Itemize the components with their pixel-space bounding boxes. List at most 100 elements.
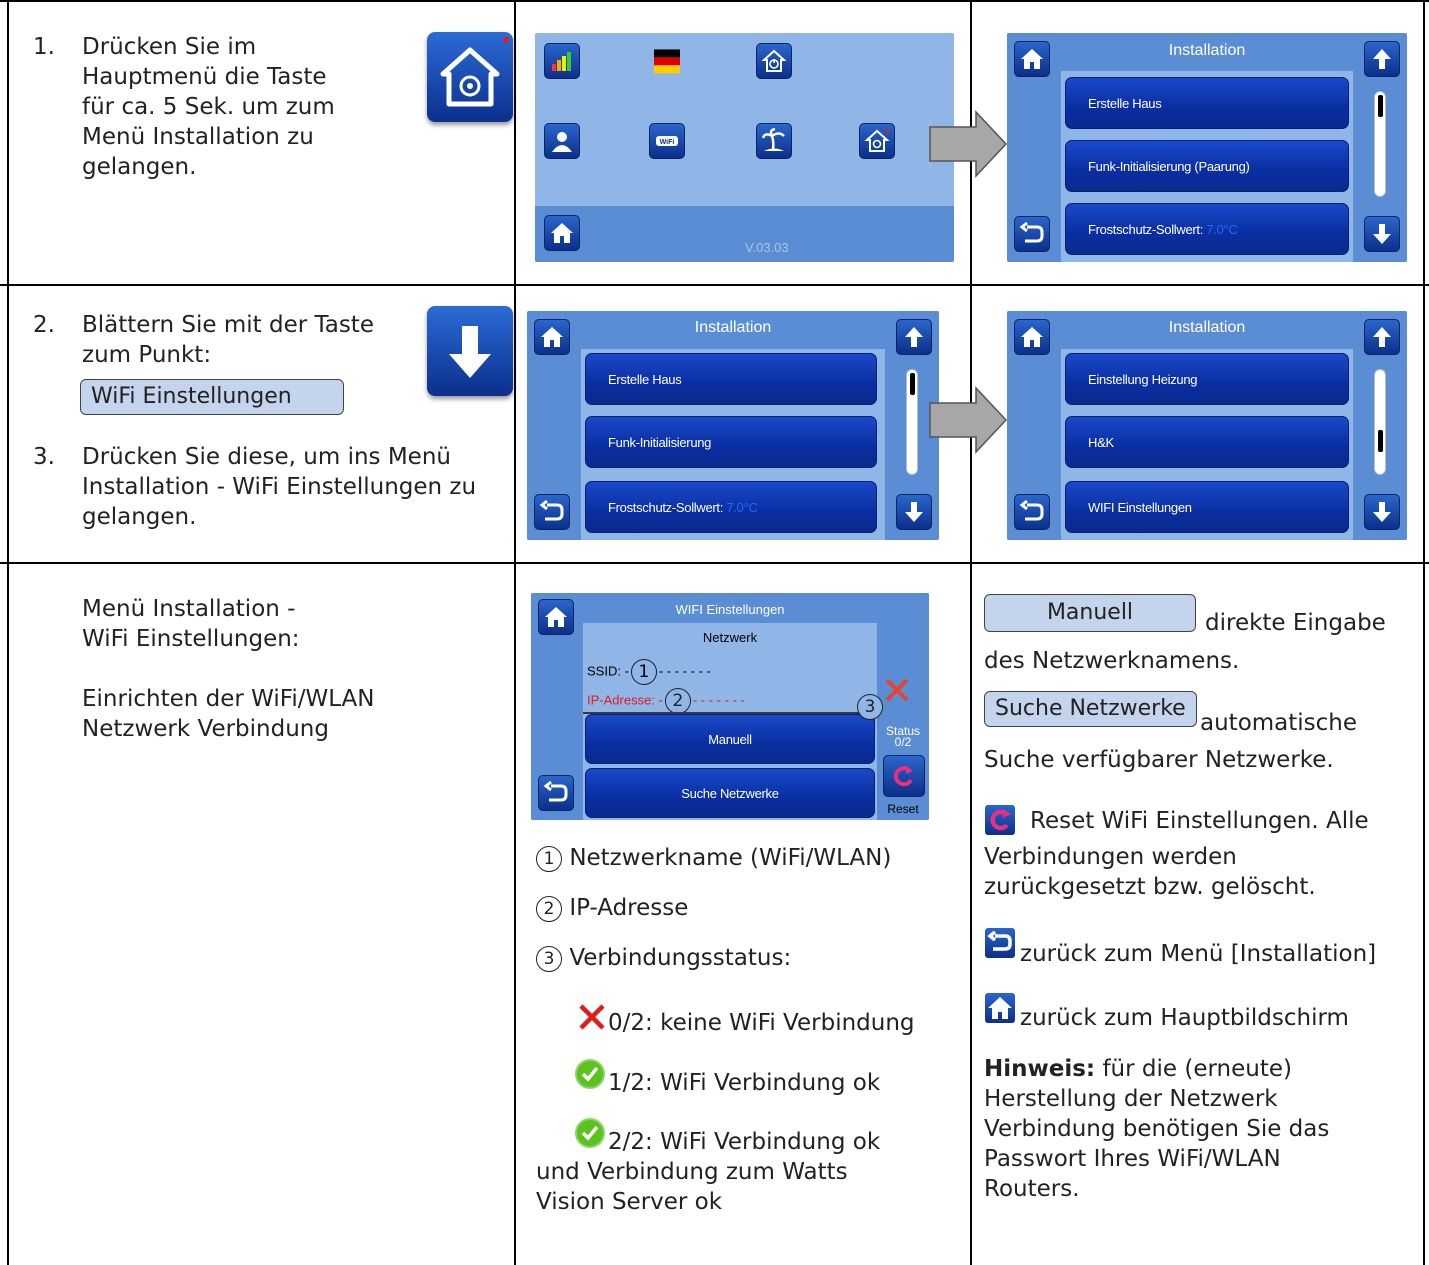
step-line: gelangen. bbox=[82, 504, 197, 530]
marker-3: 3 bbox=[536, 945, 562, 972]
down-arrow-button-icon bbox=[427, 306, 513, 396]
scroll-up-arrow-icon[interactable] bbox=[1364, 319, 1400, 355]
scrollbar[interactable] bbox=[1374, 369, 1386, 475]
marker-1: 1 bbox=[536, 845, 562, 872]
step-number: 3. bbox=[33, 444, 55, 470]
menu-item-funk-init[interactable]: Funk-Initialisierung (Paarung) bbox=[1065, 140, 1349, 192]
reset-icon bbox=[985, 805, 1015, 835]
home-icon[interactable] bbox=[1014, 319, 1050, 355]
installation-screen: Installation Einstellung Heizung H&K WIF… bbox=[1007, 311, 1407, 540]
vacation-palm-icon[interactable] bbox=[756, 123, 792, 159]
reset-label: Reset bbox=[887, 802, 919, 816]
scroll-down-arrow-icon[interactable] bbox=[1364, 494, 1400, 530]
home-icon[interactable] bbox=[1014, 41, 1050, 77]
reset-desc: Reset WiFi Einstellungen. Alle bbox=[1030, 808, 1369, 834]
back-icon[interactable] bbox=[534, 494, 570, 530]
menu-item-frostschutz[interactable]: Frostschutz-Sollwert: 7.0°C bbox=[585, 481, 877, 533]
language-flag-icon[interactable] bbox=[649, 43, 685, 79]
step-text: Drücken Sie im Hauptmenü die Taste für c… bbox=[82, 32, 422, 182]
menu-item-label: Frostschutz-Sollwert: bbox=[608, 499, 724, 515]
main-screen: WiFi V.03.03 bbox=[535, 33, 954, 262]
installation-icon[interactable] bbox=[859, 123, 895, 159]
search-networks-button[interactable]: Suche Netzwerke bbox=[585, 768, 875, 818]
pill-label: WiFi Einstellungen bbox=[80, 379, 344, 415]
home-icon[interactable] bbox=[534, 319, 570, 355]
divider bbox=[514, 0, 516, 1265]
divider bbox=[0, 562, 1429, 564]
text-line: Verbindung benötigen Sie das bbox=[984, 1116, 1330, 1142]
status-label: Status 0/2 bbox=[877, 725, 929, 749]
menu-item-einstellung-heizung[interactable]: Einstellung Heizung bbox=[1065, 353, 1349, 405]
stats-icon[interactable] bbox=[544, 43, 580, 79]
scrollbar[interactable] bbox=[1374, 91, 1386, 197]
legend-ssid: 1 Netzwerkname (WiFi/WLAN) bbox=[536, 843, 891, 873]
manual-button[interactable]: Manuell bbox=[585, 714, 875, 764]
menu-item-erstelle-haus[interactable]: Erstelle Haus bbox=[585, 353, 877, 405]
divider bbox=[1423, 0, 1425, 1265]
step-line: Drücken Sie diese, um ins Menü bbox=[82, 444, 451, 470]
scroll-thumb[interactable] bbox=[910, 373, 915, 395]
search-desc: automatische bbox=[1200, 710, 1358, 736]
back-icon[interactable] bbox=[538, 775, 574, 811]
section-description: Einrichten der WiFi/WLAN Netzwerk Verbin… bbox=[82, 684, 375, 744]
divider bbox=[0, 284, 1429, 286]
wifi-icon[interactable]: WiFi bbox=[649, 123, 685, 159]
step-line: Drücken Sie im bbox=[82, 34, 257, 60]
home-icon[interactable] bbox=[538, 599, 574, 635]
text-line: 2/2: WiFi Verbindung ok bbox=[608, 1129, 881, 1155]
scroll-up-arrow-icon[interactable] bbox=[896, 319, 932, 355]
menu-item-wifi-einstellungen[interactable]: WIFI Einstellungen bbox=[1065, 481, 1349, 533]
installation-house-icon bbox=[427, 32, 513, 122]
hint-paragraph: Hinweis: für die (erneute) Herstellung d… bbox=[984, 1054, 1329, 1204]
text-line: Menü Installation - bbox=[82, 596, 296, 622]
text-line: Routers. bbox=[984, 1176, 1080, 1202]
legend-text: Netzwerkname (WiFi/WLAN) bbox=[569, 845, 892, 871]
marker-2: 2 bbox=[664, 688, 691, 714]
search-pill: Suche Netzwerke bbox=[984, 691, 1197, 727]
marker-3: 3 bbox=[857, 694, 883, 720]
status-0: 0/2: keine WiFi Verbindung bbox=[608, 1010, 915, 1036]
installation-screen: Installation Erstelle Haus Funk-Initiali… bbox=[527, 311, 939, 540]
step-line: Blättern Sie mit der Taste bbox=[82, 312, 374, 338]
scroll-thumb[interactable] bbox=[1378, 430, 1383, 452]
hint-text: für die (erneute) bbox=[1095, 1056, 1292, 1082]
legend-ip: 2 IP-Adresse bbox=[536, 893, 688, 923]
menu-item-funk-init[interactable]: Funk-Initialisierung bbox=[585, 416, 877, 468]
scroll-up-arrow-icon[interactable] bbox=[1364, 41, 1400, 77]
search-desc-2: Suche verfügbarer Netzwerke. bbox=[984, 747, 1334, 773]
menu-item-hk[interactable]: H&K bbox=[1065, 416, 1349, 468]
menu-item-frostschutz[interactable]: Frostschutz-Sollwert: 7.0°C bbox=[1065, 203, 1349, 255]
back-desc: zurück zum Menü [Installation] bbox=[1020, 941, 1377, 967]
scroll-down-arrow-icon[interactable] bbox=[1364, 216, 1400, 252]
back-icon[interactable] bbox=[1014, 494, 1050, 530]
reset-desc-2: Verbindungen werden zurückgesetzt bzw. g… bbox=[984, 842, 1316, 902]
manual-desc-2: des Netzwerknamens. bbox=[984, 648, 1240, 674]
wifi-settings-screen: WIFI Einstellungen Netzwerk SSID: -1- - … bbox=[531, 593, 929, 820]
status-x-icon bbox=[885, 678, 909, 702]
text-line: Verbindungen werden bbox=[984, 844, 1237, 870]
menu-item-erstelle-haus[interactable]: Erstelle Haus bbox=[1065, 77, 1349, 129]
home-icon[interactable] bbox=[544, 215, 580, 251]
screen-title: Installation bbox=[1168, 319, 1246, 336]
power-house-icon[interactable] bbox=[756, 43, 792, 79]
green-check-icon bbox=[575, 1059, 605, 1089]
section-heading: Menü Installation - WiFi Einstellungen: bbox=[82, 594, 300, 654]
legend-text: IP-Adresse bbox=[569, 895, 689, 921]
red-x-icon bbox=[579, 1004, 605, 1030]
text-line: und Verbindung zum Watts bbox=[536, 1159, 848, 1185]
back-icon[interactable] bbox=[1014, 216, 1050, 252]
status-value: 0/2 bbox=[894, 735, 912, 749]
reset-refresh-icon[interactable] bbox=[883, 755, 925, 797]
screen-title: Installation bbox=[694, 319, 772, 336]
step-text: Drücken Sie diese, um ins Menü Installat… bbox=[82, 442, 476, 532]
step-line: zum Punkt: bbox=[82, 342, 212, 368]
status-2: 2/2: WiFi Verbindung ok und Verbindung z… bbox=[536, 1127, 880, 1217]
user-icon[interactable] bbox=[544, 123, 580, 159]
text-line: Vision Server ok bbox=[536, 1189, 723, 1215]
scroll-thumb[interactable] bbox=[1378, 95, 1383, 117]
ip-label: IP-Adresse: - bbox=[587, 692, 663, 708]
back-icon bbox=[985, 928, 1015, 958]
scroll-down-arrow-icon[interactable] bbox=[896, 494, 932, 530]
step-text: Blättern Sie mit der Taste zum Punkt: bbox=[82, 310, 374, 370]
scrollbar[interactable] bbox=[906, 369, 918, 475]
